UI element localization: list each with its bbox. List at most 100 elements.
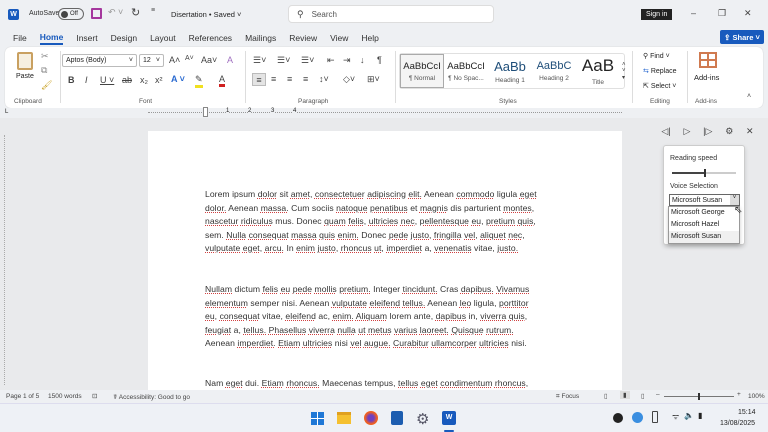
- align-right-icon[interactable]: ≡: [287, 74, 292, 84]
- word-taskbar-icon[interactable]: W: [442, 411, 456, 425]
- increase-indent-icon[interactable]: ⇥: [343, 55, 351, 66]
- tab-references[interactable]: References: [189, 33, 232, 43]
- tray-shield-icon[interactable]: [632, 412, 643, 423]
- zoom-in-icon[interactable]: +: [737, 391, 741, 398]
- collapse-ribbon-icon[interactable]: ˄: [747, 93, 751, 100]
- clock-date[interactable]: 13/08/2025: [720, 420, 755, 427]
- shrink-font-icon[interactable]: A˅: [185, 55, 194, 62]
- read-aloud-settings-icon[interactable]: ⚙: [725, 126, 733, 137]
- settings-icon[interactable]: ⚙: [416, 410, 429, 428]
- italic-icon[interactable]: I: [85, 75, 88, 85]
- styles-scroll-icon[interactable]: ˄ ˅ ▾: [622, 62, 626, 81]
- clock-time[interactable]: 15:14: [738, 409, 756, 416]
- voice-option-susan[interactable]: Microsoft Susan: [669, 231, 739, 243]
- reading-speed-slider[interactable]: [672, 169, 736, 177]
- subscript-icon[interactable]: x₂: [140, 75, 148, 85]
- next-paragraph-icon[interactable]: |▷: [703, 126, 712, 137]
- redo-icon[interactable]: ↻: [131, 6, 140, 19]
- style-heading-2[interactable]: AaBbC Heading 2: [532, 54, 576, 88]
- tab-layout[interactable]: Layout: [150, 33, 176, 43]
- save-icon[interactable]: [91, 8, 102, 19]
- document-line[interactable]: Lorem ipsum dolor sit amet, consectetuer…: [205, 189, 537, 199]
- indent-marker[interactable]: [203, 107, 208, 117]
- tab-selector-icon[interactable]: L: [5, 109, 8, 115]
- start-icon[interactable]: [311, 412, 324, 425]
- add-ins-icon[interactable]: [699, 52, 717, 68]
- read-mode-icon[interactable]: ▯: [604, 392, 608, 400]
- zoom-slider[interactable]: [664, 393, 734, 400]
- document-line[interactable]: feugiat a, tellus. Phasellus viverra nul…: [205, 325, 514, 335]
- clear-formatting-icon[interactable]: A: [227, 55, 233, 65]
- document-line[interactable]: dolor. Aenean massa. Cum sociis natoque …: [205, 203, 534, 213]
- restore-icon[interactable]: ❐: [718, 8, 726, 19]
- voice-select[interactable]: Microsoft Susan ˅: [669, 194, 740, 206]
- decrease-indent-icon[interactable]: ⇤: [327, 55, 335, 66]
- font-color-icon[interactable]: A: [219, 74, 226, 87]
- grow-font-icon[interactable]: A˄: [169, 55, 180, 65]
- strikethrough-icon[interactable]: ab: [122, 75, 132, 85]
- wifi-icon[interactable]: ᯤ: [672, 411, 679, 422]
- align-center-icon[interactable]: ≡: [271, 74, 276, 84]
- numbering-icon[interactable]: ☰˅: [277, 55, 290, 66]
- phone-link-icon[interactable]: [652, 411, 658, 423]
- customize-toolbar-icon[interactable]: ≡: [151, 7, 155, 14]
- align-left-icon[interactable]: ≡: [252, 73, 266, 86]
- highlight-icon[interactable]: ✎: [195, 74, 203, 88]
- shading-icon[interactable]: ◇˅: [343, 74, 355, 85]
- previous-paragraph-icon[interactable]: ◁|: [661, 126, 670, 137]
- firefox-icon[interactable]: [364, 411, 378, 425]
- undo-icon[interactable]: ↶ ˅: [108, 7, 123, 18]
- document-line[interactable]: Nam eget dui. Etiam rhoncus. Maecenas te…: [205, 378, 528, 388]
- tab-mailings[interactable]: Mailings: [245, 33, 276, 43]
- play-icon[interactable]: ▷: [683, 126, 690, 137]
- tab-review[interactable]: Review: [289, 33, 317, 43]
- autosave-toggle[interactable]: Off: [58, 8, 84, 20]
- select-button[interactable]: ⇱ Select ˅: [643, 82, 676, 90]
- font-size-select[interactable]: 12 ˅: [139, 54, 164, 67]
- focus-button[interactable]: ⌗ Focus: [556, 393, 579, 401]
- font-name-select[interactable]: Aptos (Body) ˅: [62, 54, 137, 67]
- change-case-button[interactable]: Aa ˅: [201, 55, 217, 65]
- print-layout-icon[interactable]: ▮: [620, 391, 630, 399]
- sign-in-button[interactable]: Sign in: [641, 9, 673, 20]
- tab-help[interactable]: Help: [361, 33, 378, 43]
- store-icon[interactable]: [391, 411, 403, 425]
- style-no-spacing[interactable]: AaBbCcI ¶ No Spac...: [444, 54, 488, 88]
- word-count[interactable]: 1500 words: [48, 393, 82, 400]
- show-formatting-icon[interactable]: ¶: [377, 55, 382, 65]
- document-line[interactable]: nascetur ridiculus mus. Donec quam felis…: [205, 216, 536, 226]
- paste-icon[interactable]: [17, 52, 33, 70]
- zoom-out-icon[interactable]: –: [656, 391, 660, 398]
- document-line[interactable]: eu, consequat vitae, eleifend ac, enim. …: [205, 311, 527, 321]
- tab-insert[interactable]: Insert: [76, 33, 97, 43]
- bold-icon[interactable]: B: [68, 75, 75, 85]
- style-normal[interactable]: AaBbCcI ¶ Normal: [400, 54, 444, 88]
- find-button[interactable]: ⚲ Find ˅: [643, 52, 670, 60]
- battery-icon[interactable]: ▮: [698, 411, 702, 420]
- share-button[interactable]: ⇪ Share ˅: [720, 30, 764, 44]
- style-heading-1[interactable]: AaBb Heading 1: [488, 54, 532, 88]
- document-line[interactable]: Nullam dictum felis eu pede mollis preti…: [205, 284, 529, 294]
- document-line[interactable]: sem. Nulla consequat massa quis enim. Do…: [205, 230, 525, 240]
- zoom-level[interactable]: 100%: [748, 393, 765, 400]
- voice-option-george[interactable]: Microsoft George: [669, 207, 739, 219]
- replace-button[interactable]: ⇆ Replace: [643, 67, 677, 75]
- cut-icon[interactable]: ✂: [41, 51, 49, 62]
- line-spacing-icon[interactable]: ↕˅: [319, 74, 329, 84]
- document-line[interactable]: elementum semper nisi. Aenean vulputate …: [205, 298, 529, 308]
- file-explorer-icon[interactable]: [337, 412, 351, 424]
- accessibility-status[interactable]: ☤ Accessibility: Good to go: [113, 393, 190, 401]
- tab-home[interactable]: Home: [39, 32, 64, 45]
- close-read-aloud-icon[interactable]: ✕: [746, 126, 754, 137]
- text-effects-icon[interactable]: A ˅: [171, 74, 185, 84]
- justify-icon[interactable]: ≡: [303, 74, 308, 84]
- document-line[interactable]: Aenean imperdiet. Etiam ultricies nisi v…: [205, 338, 527, 348]
- page-count[interactable]: Page 1 of 5: [6, 393, 39, 400]
- tab-file[interactable]: File: [13, 33, 27, 43]
- style-title[interactable]: AaB Title: [576, 54, 620, 88]
- underline-icon[interactable]: U ˅: [100, 75, 114, 85]
- minimize-icon[interactable]: –: [691, 8, 696, 18]
- borders-icon[interactable]: ⊞˅: [367, 74, 380, 85]
- proofing-icon[interactable]: ⊡: [92, 392, 97, 400]
- volume-icon[interactable]: 🔈: [684, 411, 694, 420]
